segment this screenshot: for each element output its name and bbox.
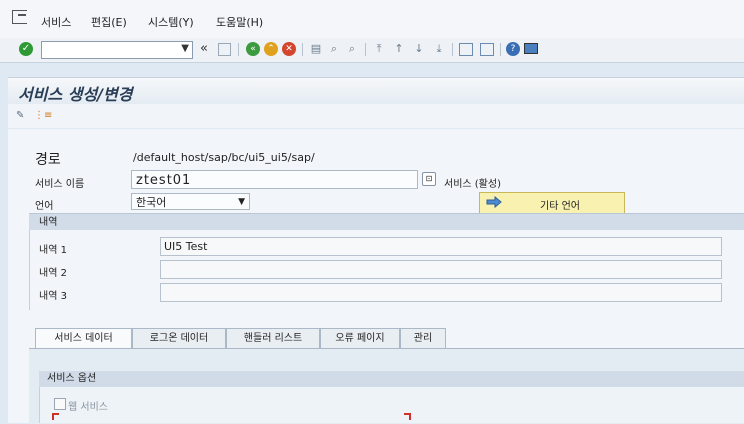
help-icon[interactable]: ? [506, 42, 520, 56]
tab-error-pages[interactable]: 오류 페이지 [320, 328, 400, 348]
tab-administration[interactable]: 관리 [400, 328, 446, 348]
menu-exit-icon[interactable] [12, 10, 27, 24]
back-arrows-icon[interactable]: « [197, 42, 211, 56]
arrow-right-icon [486, 195, 502, 209]
web-service-label: 웹 서비스 [68, 402, 108, 413]
shortcut-icon[interactable] [480, 43, 494, 56]
menu-help[interactable]: 도움말(H) [216, 14, 263, 30]
web-service-checkbox[interactable] [54, 398, 66, 410]
menu-edit[interactable]: 편집(E) [91, 14, 127, 30]
title-bar: 서비스 생성/변경 [8, 77, 744, 105]
description-2-label: 내역 2 [39, 268, 67, 279]
description-1-label: 내역 1 [39, 245, 67, 256]
language-value: 한국어 [136, 196, 167, 209]
exit-icon[interactable]: ⌃ [264, 42, 278, 56]
other-language-button[interactable]: 기타 언어 [479, 192, 625, 214]
toolbar-divider [365, 43, 366, 56]
search-help-icon[interactable]: ⊡ [422, 172, 436, 186]
previous-page-icon[interactable]: ↑ [392, 42, 406, 56]
menu-service[interactable]: 서비스 [41, 14, 71, 30]
last-page-icon[interactable]: ⤓ [432, 42, 446, 56]
path-label: 경로 [35, 152, 61, 168]
bracket-marker-icon [404, 413, 411, 420]
description-3-label: 내역 3 [39, 291, 67, 302]
save-icon[interactable] [218, 43, 231, 56]
description-header: 내역 [29, 213, 744, 230]
service-options-header: 서비스 옵션 [39, 371, 744, 387]
language-select[interactable]: 한국어 ▼ [131, 193, 250, 210]
chevron-down-icon[interactable]: ▼ [238, 194, 245, 211]
back-icon[interactable]: « [246, 42, 260, 56]
service-options-group [39, 387, 744, 423]
toolbar-divider [238, 43, 239, 56]
standard-toolbar: ✓ ▼ « « ⌃ ✕ ▤ ⌕ ⌕ ⤒ ↑ ↓ ⤓ ? [0, 38, 744, 63]
cancel-icon[interactable]: ✕ [282, 42, 296, 56]
service-name-field[interactable]: ztest01 [131, 170, 418, 189]
find-next-icon[interactable]: ⌕ [345, 42, 359, 56]
display-change-icon[interactable]: ✎ [16, 110, 24, 121]
hierarchy-icon[interactable]: ⋮≡ [34, 110, 52, 121]
print-icon[interactable]: ▤ [309, 42, 323, 56]
chevron-down-icon[interactable]: ▼ [181, 43, 189, 54]
layout-menu-icon[interactable] [524, 43, 538, 54]
command-input[interactable] [42, 42, 173, 56]
description-1-field[interactable]: UI5 Test [160, 237, 722, 256]
first-page-icon[interactable]: ⤒ [372, 42, 386, 56]
service-status: 서비스 (활성) [444, 179, 501, 190]
other-language-label: 기타 언어 [540, 201, 580, 212]
tab-logon-data[interactable]: 로그온 데이터 [132, 328, 226, 348]
tab-service-data[interactable]: 서비스 데이터 [35, 328, 132, 348]
description-2-field[interactable] [160, 260, 722, 279]
new-session-icon[interactable] [459, 43, 473, 56]
command-field[interactable]: ▼ [41, 41, 193, 59]
menu-bar: 서비스 편집(E) 시스템(Y) 도움말(H) [0, 0, 744, 39]
application-toolbar: ✎ ⋮≡ [8, 104, 744, 128]
description-3-field[interactable] [160, 283, 722, 302]
next-page-icon[interactable]: ↓ [412, 42, 426, 56]
menu-system[interactable]: 시스템(Y) [148, 14, 194, 30]
find-icon[interactable]: ⌕ [327, 42, 341, 56]
toolbar-divider [500, 43, 501, 56]
language-label: 언어 [35, 201, 54, 212]
service-name-label: 서비스 이름 [35, 179, 85, 190]
path-value: /default_host/sap/bc/ui5_ui5/sap/ [133, 151, 315, 164]
tab-handler-list[interactable]: 핸들러 리스트 [226, 328, 320, 348]
toolbar-divider [452, 43, 453, 56]
enter-check-icon[interactable]: ✓ [19, 42, 33, 56]
bracket-marker-icon [52, 413, 59, 420]
page-title: 서비스 생성/변경 [18, 85, 133, 104]
toolbar-divider [302, 43, 303, 56]
